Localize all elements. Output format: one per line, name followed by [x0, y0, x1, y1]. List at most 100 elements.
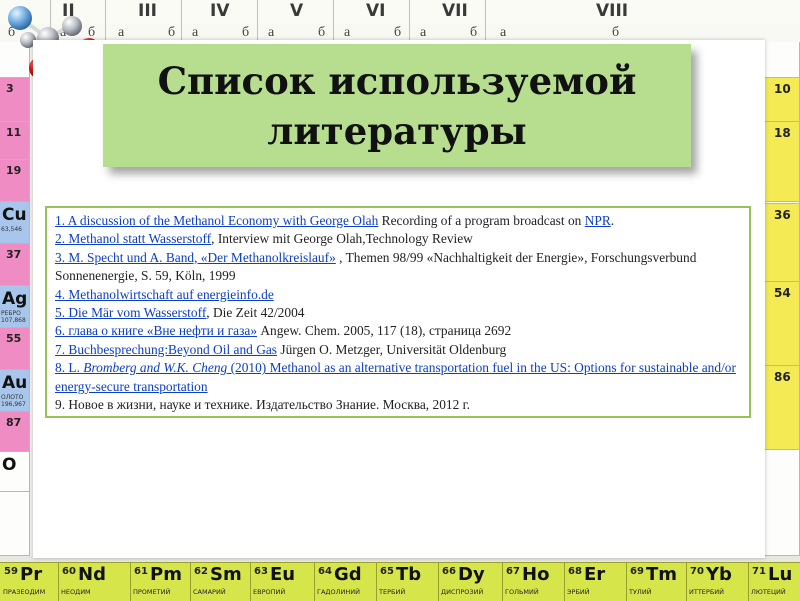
- element-symbol: Pr: [20, 564, 43, 585]
- reference-item: 6. глава о книге «Вне нефти и газа» Ange…: [55, 322, 741, 340]
- element-number: 87: [6, 416, 22, 429]
- reference-item: 7. Buchbesprechung:Beyond Oil and Gas Jü…: [55, 341, 741, 359]
- reference-link[interactable]: 1. A discussion of the Methanol Economy …: [55, 213, 378, 228]
- reference-link[interactable]: 7. Buchbesprechung:Beyond Oil and Gas: [55, 342, 277, 357]
- element-number: 69: [630, 566, 644, 577]
- element-symbol: Pm: [150, 564, 182, 585]
- element-symbol: О: [2, 455, 17, 475]
- element-number: 54: [774, 286, 791, 300]
- lanthanide-cell: 70 Yb ИТТЕРБИЙ: [686, 563, 749, 601]
- subgroup-label: а: [420, 25, 427, 40]
- element-name: ПРОМЕТИЙ: [133, 588, 171, 596]
- slide-panel: Список используемой литературы 1. A disc…: [33, 40, 765, 558]
- subgroup-label: а: [344, 25, 351, 40]
- group-header: III: [138, 1, 157, 21]
- subgroup-label: б: [242, 25, 250, 40]
- element-mass: РЕБРО 107,868: [1, 310, 26, 324]
- reference-link[interactable]: 8. L. Bromberg and W.K. Cheng (2010) Met…: [55, 360, 736, 393]
- group-header: VI: [366, 1, 386, 21]
- element-cell: 11: [0, 122, 30, 160]
- subgroup-label: б: [168, 25, 176, 40]
- element-number: 63: [254, 566, 268, 577]
- group-header: IV: [210, 1, 230, 21]
- element-number: 86: [774, 370, 791, 384]
- group-header-row: II III IV V VI VII VIII: [0, 0, 800, 25]
- reference-text: , Die Zeit 42/2004: [206, 305, 305, 321]
- element-number: 10: [774, 82, 791, 96]
- element-number: 19: [6, 164, 22, 177]
- element-symbol: Gd: [334, 564, 362, 585]
- subgroup-label: а: [500, 25, 507, 40]
- reference-link[interactable]: 6. глава о книге «Вне нефти и газа»: [55, 323, 257, 338]
- reference-item: 5. Die Mär vom Wasserstoff, Die Zeit 42/…: [55, 304, 741, 322]
- element-number: 67: [506, 566, 520, 577]
- subgroup-label: а: [268, 25, 275, 40]
- title-box: Список используемой литературы: [103, 44, 691, 167]
- element-symbol: Au: [2, 373, 28, 393]
- element-name: ИТТЕРБИЙ: [689, 588, 725, 596]
- element-cell: 18: [764, 122, 800, 202]
- reference-text: .: [610, 213, 615, 228]
- element-cell: 86: [764, 366, 800, 450]
- element-cell: Cu 63,546: [0, 202, 30, 244]
- lanthanide-cell: 67 Ho ГОЛЬМИЙ: [502, 563, 565, 601]
- element-name: НЕОДИМ: [61, 588, 91, 596]
- lanthanide-cell: 63 Eu ЕВРОПИЙ: [250, 563, 315, 601]
- element-name: ГАДОЛИНИЙ: [317, 588, 360, 596]
- element-name: ЛЮТЕЦИЙ: [751, 588, 786, 596]
- reference-link[interactable]: 3. M. Specht und A. Band, «Der Methanolk…: [55, 250, 336, 265]
- element-cell: Au ОЛОТО 196,967: [0, 370, 30, 412]
- lanthanide-cell: 66 Dy ДИСПРОЗИЙ: [438, 563, 503, 601]
- element-name: САМАРИЙ: [193, 588, 226, 596]
- reference-text: Angew. Chem. 2005, 117 (18), страница 26…: [257, 323, 512, 339]
- element-number: 70: [690, 566, 704, 577]
- grid-line: [257, 0, 258, 42]
- reference-link[interactable]: 2. Methanol statt Wasserstoff: [55, 231, 211, 246]
- element-mass: 63,546: [1, 226, 22, 233]
- element-number: 71: [752, 566, 766, 577]
- reference-link[interactable]: 4. Methanolwirtschaft auf energieinfo.de: [55, 287, 274, 302]
- grid-line: [333, 0, 334, 42]
- group-header: V: [290, 1, 304, 21]
- group-header: VII: [442, 1, 468, 21]
- lanthanide-cell: 65 Tb ТЕРБИЙ: [376, 563, 439, 601]
- lanthanide-cell: 60 Nd НЕОДИМ: [58, 563, 131, 601]
- lanthanide-cell: 71 Lu ЛЮТЕЦИЙ: [748, 563, 800, 601]
- element-symbol: Tb: [396, 564, 422, 585]
- reference-item: 1. A discussion of the Methanol Economy …: [55, 212, 741, 230]
- element-cell: 36: [764, 204, 800, 282]
- element-symbol: Sm: [210, 564, 242, 585]
- element-cell: 54: [764, 282, 800, 366]
- reference-item: 9. Новое в жизни, науке и технике. Издат…: [55, 396, 741, 414]
- element-cell: [0, 492, 30, 556]
- grid-line: [181, 0, 182, 42]
- group-header: VIII: [596, 1, 629, 21]
- lanthanide-cell: 61 Pm ПРОМЕТИЙ: [130, 563, 191, 601]
- element-number: 62: [194, 566, 208, 577]
- element-cell: [764, 450, 800, 556]
- references-list: 1. A discussion of the Methanol Economy …: [45, 206, 751, 418]
- element-number: 60: [62, 566, 76, 577]
- subgroup-label: б: [470, 25, 478, 40]
- slide-title: Список используемой литературы: [157, 58, 637, 153]
- element-symbol: Cu: [2, 205, 27, 225]
- element-number: 59: [4, 566, 18, 577]
- reference-text: Recording of a program broadcast on: [378, 213, 585, 228]
- element-number: 11: [6, 126, 22, 139]
- element-name: ПРАЗЕОДИМ: [3, 588, 46, 596]
- element-name: ТУЛИЙ: [629, 588, 652, 596]
- element-symbol: Tm: [646, 564, 678, 585]
- element-number: 68: [568, 566, 582, 577]
- grid-line: [485, 0, 486, 42]
- lanthanide-cell: 68 Er ЭРБИЙ: [564, 563, 627, 601]
- reference-link[interactable]: 5. Die Mär vom Wasserstoff: [55, 305, 206, 320]
- element-cell: О: [0, 452, 30, 492]
- reference-text: 9. Новое в жизни, науке и технике. Издат…: [55, 397, 470, 413]
- subgroup-label: б: [318, 25, 326, 40]
- subgroup-label: б: [394, 25, 402, 40]
- reference-text: Jürgen O. Metzger, Universität Oldenburg: [277, 341, 507, 357]
- reference-item: 3. M. Specht und A. Band, «Der Methanolk…: [55, 249, 741, 286]
- element-symbol: Er: [584, 564, 606, 585]
- npr-link[interactable]: NPR: [585, 213, 611, 228]
- element-symbol: Lu: [768, 564, 793, 585]
